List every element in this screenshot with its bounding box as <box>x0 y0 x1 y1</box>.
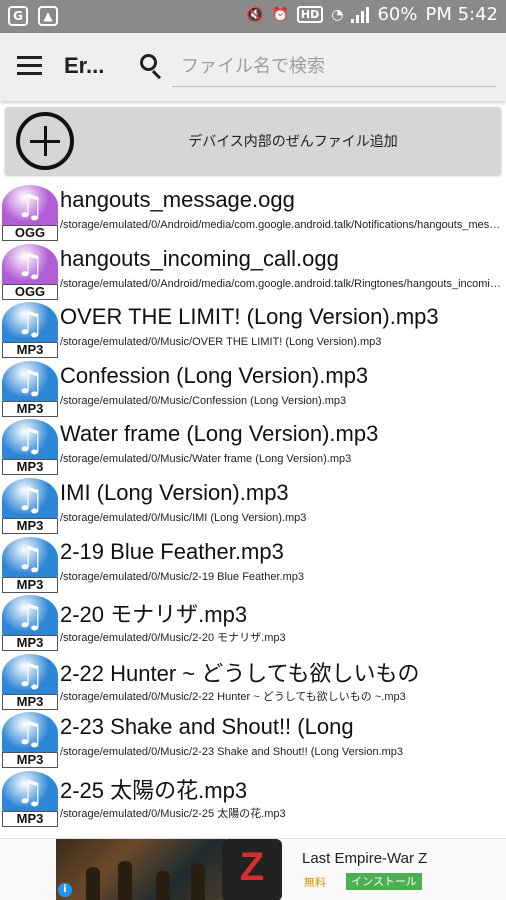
ad-app-logo[interactable]: Z <box>222 839 282 900</box>
file-path: /storage/emulated/0/Music/2-23 Shake and… <box>60 746 404 759</box>
search-input[interactable] <box>172 47 496 87</box>
file-extension-label: MP3 <box>2 459 58 476</box>
mp3-music-file-icon: ♫ MP3 <box>2 653 58 710</box>
file-extension-label: MP3 <box>2 517 58 534</box>
clock: PM 5:42 <box>425 4 498 25</box>
alarm-icon: ⏰ <box>271 6 289 23</box>
file-list-item[interactable]: ♫ MP3 OVER THE LIMIT! (Long Version).mp3/s… <box>0 299 506 359</box>
file-name: 2-20 モナリザ.mp3 <box>60 602 248 628</box>
ad-title[interactable]: Last Empire-War Z <box>302 850 427 867</box>
music-note-icon: ♫ <box>15 187 45 225</box>
ad-install-button[interactable]: インストール <box>346 873 422 890</box>
music-note-icon: ♫ <box>15 714 45 753</box>
mp3-music-file-icon: ♫ MP3 <box>2 419 58 476</box>
hd-icon: HD <box>296 6 324 23</box>
add-all-files-button[interactable]: デバイス内部のぜんファイル追加 <box>5 107 501 175</box>
file-path: /storage/emulated/0/Music/2-19 Blue Feat… <box>60 570 304 583</box>
music-note-icon: ♫ <box>15 655 45 694</box>
file-list-item[interactable]: ♫ MP3 2-19 Blue Feather.mp3/storage/emulat… <box>0 534 506 593</box>
file-name: 2-22 Hunter ~ どうしても欲しいもの <box>60 660 420 686</box>
file-list-item[interactable]: ♫ MP3 2-20 モナリザ.mp3/storage/emulated/0/Mus… <box>0 592 506 652</box>
file-extension-label: MP3 <box>2 752 58 769</box>
file-extension-label: MP3 <box>2 635 58 652</box>
file-name: OVER THE LIMIT! (Long Version).mp3 <box>60 304 439 330</box>
music-note-icon: ♫ <box>15 304 45 343</box>
file-path: /storage/emulated/0/Music/2-20 モナリザ.mp3 <box>60 632 286 645</box>
file-path: /storage/emulated/0/Music/Confession (Lo… <box>60 394 347 407</box>
file-path: /storage/emulated/0/Music/2-22 Hunter ~ … <box>60 690 406 703</box>
ogg-music-file-icon: ♫ OGG <box>2 185 58 241</box>
search-icon[interactable] <box>139 53 165 80</box>
file-list-item[interactable]: ♫ MP3 IMI (Long Version).mp3/storage/emula… <box>0 475 506 534</box>
file-list-item[interactable]: ♫ MP3 Confession (Long Version).mp3/storag… <box>0 358 506 417</box>
mp3-music-file-icon: ♫ MP3 <box>2 712 58 769</box>
mp3-music-file-icon: ♫ MP3 <box>2 360 58 417</box>
file-path: /storage/emulated/0/Music/2-25 太陽の花.mp3 <box>60 807 286 820</box>
file-list-item[interactable]: ♫ MP3 2-22 Hunter ~ どうしても欲しいもの/storage/emu… <box>0 651 506 710</box>
file-extension-label: MP3 <box>2 693 58 710</box>
music-note-icon: ♫ <box>15 245 45 284</box>
file-extension-label: MP3 <box>2 576 58 593</box>
music-note-icon: ♫ <box>15 597 45 636</box>
music-note-icon: ♫ <box>15 479 45 518</box>
mute-icon: 🔇 <box>246 6 264 23</box>
mp3-music-file-icon: ♫ MP3 <box>2 536 58 593</box>
file-name: 2-25 太陽の花.mp3 <box>60 777 248 803</box>
file-list-item[interactable]: ♫ OGG hangouts_incoming_call.ogg/storage/e… <box>0 241 506 300</box>
file-name: Water frame (Long Version).mp3 <box>60 421 379 447</box>
file-name: hangouts_message.ogg <box>60 187 295 212</box>
music-note-icon: ♫ <box>15 538 45 577</box>
file-list-item[interactable]: ♫ MP3 Water frame (Long Version).mp3/stora… <box>0 416 506 476</box>
app-toolbar: Er... <box>0 33 506 101</box>
ad-price: 無料 <box>304 876 326 889</box>
file-extension-label: MP3 <box>2 810 58 827</box>
file-name: Confession (Long Version).mp3 <box>60 362 369 388</box>
file-name: IMI (Long Version).mp3 <box>60 479 289 505</box>
file-path: /storage/emulated/0/Android/media/com.go… <box>60 219 502 231</box>
file-path: /storage/emulated/0/Music/IMI (Long Vers… <box>60 511 307 524</box>
file-list-item[interactable]: ♫ OGG hangouts_message.ogg/storage/emulate… <box>0 182 506 241</box>
file-path: /storage/emulated/0/Music/OVER THE LIMIT… <box>60 336 382 349</box>
ogg-music-file-icon: ♫ OGG <box>2 243 58 300</box>
file-path: /storage/emulated/0/Android/media/com.go… <box>60 277 502 290</box>
file-list-item[interactable]: ♫ MP3 2-23 Shake and Shout!! (Long/storage… <box>0 709 506 769</box>
music-note-icon: ♫ <box>15 772 45 811</box>
ad-banner[interactable]: i Z Last Empire-War Z 無料 インストール <box>0 838 506 900</box>
file-extension-label: OGG <box>2 283 58 300</box>
ad-info-icon[interactable]: i <box>58 883 72 897</box>
mp3-music-file-icon: ♫ MP3 <box>2 477 58 534</box>
menu-icon[interactable] <box>17 56 42 76</box>
file-path: /storage/emulated/0/Music/Water frame (L… <box>60 453 352 466</box>
add-all-files-label: デバイス内部のぜんファイル追加 <box>188 134 398 150</box>
music-note-icon: ♫ <box>15 362 45 401</box>
mp3-music-file-icon: ♫ MP3 <box>2 595 58 652</box>
status-bar: G ▲ 🔇 ⏰ HD ◔ 60% PM 5:42 <box>0 0 506 33</box>
file-extension-label: MP3 <box>2 342 58 359</box>
gallery-icon: G <box>8 6 28 26</box>
file-extension-label: MP3 <box>2 400 58 417</box>
app-title: Er... <box>64 53 105 78</box>
image-icon: ▲ <box>38 6 58 26</box>
file-list: ♫ OGG hangouts_message.ogg/storage/emulate… <box>0 182 506 838</box>
file-name: 2-23 Shake and Shout!! (Long <box>60 714 354 740</box>
file-list-item[interactable]: ♫ MP3 2-25 太陽の花.mp3/storage/emulated/0/Mus… <box>0 768 506 827</box>
ad-game-art[interactable] <box>56 839 226 900</box>
add-circle-icon <box>16 112 74 170</box>
file-extension-label: OGG <box>2 225 58 241</box>
ad-logo-letter: Z <box>239 845 265 889</box>
file-name: hangouts_incoming_call.ogg <box>60 245 339 271</box>
music-note-icon: ♫ <box>15 421 45 460</box>
battery-level: 60% <box>377 4 418 25</box>
mp3-music-file-icon: ♫ MP3 <box>2 302 58 359</box>
file-name: 2-19 Blue Feather.mp3 <box>60 538 284 564</box>
signal-icon <box>351 6 370 23</box>
wifi-icon: ◔ <box>331 6 344 23</box>
mp3-music-file-icon: ♫ MP3 <box>2 770 58 827</box>
